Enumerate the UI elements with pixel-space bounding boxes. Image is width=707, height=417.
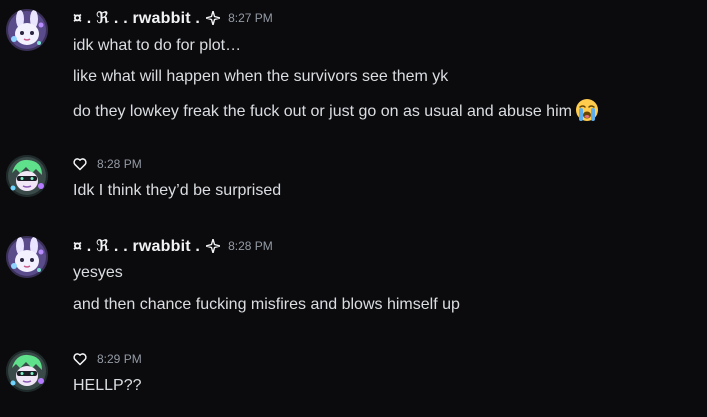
message-text: and then chance fucking misfires and blo… [73, 296, 460, 313]
message-text: like what will happen when the survivors… [73, 68, 449, 85]
username[interactable] [73, 157, 93, 171]
avatar[interactable] [6, 236, 48, 278]
username-name: rwabbit [132, 238, 191, 255]
timestamp[interactable]: 8:27 PM [228, 11, 273, 25]
username-prefix: ¤ . ℜ . . [73, 10, 133, 27]
avatar[interactable] [6, 9, 48, 51]
username[interactable]: ¤ . ℜ . . rwabbit . [73, 236, 200, 256]
message-header: 8:29 PM [73, 348, 142, 370]
timestamp[interactable]: 8:29 PM [97, 352, 142, 366]
message-header: ¤ . ℜ . . rwabbit . 8:27 PM [73, 7, 273, 29]
message-text: yesyes [73, 264, 123, 281]
username[interactable] [73, 352, 93, 366]
timestamp[interactable]: 8:28 PM [97, 157, 142, 171]
message-text: Idk I think they’d be surprised [73, 182, 282, 199]
heart-icon [73, 353, 87, 366]
username-suffix: . [190, 10, 201, 27]
green-hair-avatar-icon [6, 155, 48, 197]
green-hair-avatar-icon [6, 350, 48, 392]
avatar[interactable] [6, 350, 48, 392]
message-text: do they lowkey freak the fuck out or jus… [73, 103, 572, 120]
username[interactable]: ¤ . ℜ . . rwabbit . [73, 8, 200, 28]
timestamp[interactable]: 8:28 PM [228, 239, 273, 253]
chat-log: ¤ . ℜ . . rwabbit . 8:27 PM idk what to … [0, 0, 707, 417]
message-header: ¤ . ℜ . . rwabbit . 8:28 PM [73, 235, 273, 257]
avatar[interactable] [6, 155, 48, 197]
sparkle-icon [206, 239, 221, 253]
bunny-avatar-icon [6, 236, 48, 278]
message-header: 8:28 PM [73, 153, 142, 175]
username-suffix: . [190, 238, 201, 255]
message-text-with-emoji: do they lowkey freak the fuck out or jus… [73, 98, 599, 123]
bunny-avatar-icon [6, 9, 48, 51]
sparkle-icon [206, 11, 221, 25]
message-text: idk what to do for plot… [73, 37, 242, 54]
heart-icon [73, 158, 87, 171]
username-prefix: ¤ . ℜ . . [73, 238, 133, 255]
message-text: HELLP?? [73, 377, 142, 394]
loudly-crying-face-icon[interactable] [575, 98, 599, 122]
username-name: rwabbit [132, 10, 191, 27]
